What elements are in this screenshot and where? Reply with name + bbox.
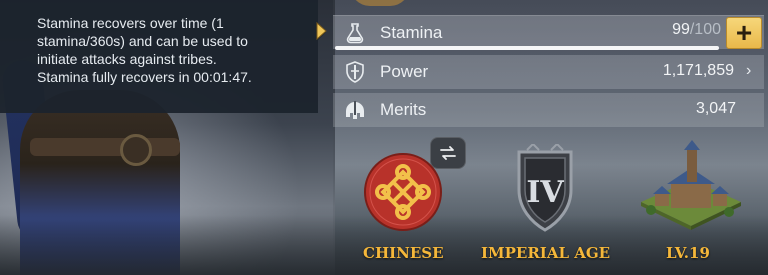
- city-level-label: LV.19: [666, 244, 710, 262]
- civilization-emblem[interactable]: [363, 152, 443, 232]
- helmet-icon: [341, 96, 369, 124]
- age-emblem[interactable]: IV: [513, 142, 577, 234]
- stamina-label: Stamina: [380, 23, 443, 42]
- power-row[interactable]: Power 1,171,859: [333, 55, 764, 89]
- power-label: Power: [380, 62, 429, 81]
- power-value: 1,171,859: [662, 62, 734, 79]
- castle-icon: [641, 140, 741, 230]
- roman-numeral-four-shield-icon: IV: [517, 142, 573, 232]
- chevron-right-icon[interactable]: ›: [746, 62, 751, 80]
- stamina-row[interactable]: Stamina 99/100: [333, 15, 764, 50]
- stamina-value: 99/100: [672, 21, 721, 39]
- age-label: IMPERIAL AGE: [481, 244, 611, 262]
- flask-icon: [341, 19, 369, 47]
- stamina-progress-bar: [335, 46, 720, 50]
- stamina-tooltip: Stamina recovers over time (1 stamina/36…: [0, 0, 318, 113]
- svg-text:IV: IV: [526, 175, 564, 210]
- stamina-current: 99: [672, 21, 690, 38]
- merits-row[interactable]: Merits 3,047: [333, 93, 764, 127]
- tooltip-text: Stamina recovers over time (1 stamina/36…: [37, 15, 252, 85]
- city-emblem[interactable]: [637, 140, 745, 230]
- selection-marker-icon: [316, 22, 327, 40]
- character-belt-buckle: [120, 134, 152, 166]
- civilization-label: CHINESE: [363, 244, 444, 262]
- merits-value: 3,047: [695, 100, 736, 117]
- merits-label: Merits: [380, 100, 427, 119]
- stamina-max: /100: [689, 21, 721, 38]
- chinese-knot-icon: [364, 153, 442, 231]
- add-stamina-button[interactable]: +: [726, 17, 762, 49]
- character-belt: [30, 138, 180, 156]
- sword-shield-icon: [341, 58, 369, 86]
